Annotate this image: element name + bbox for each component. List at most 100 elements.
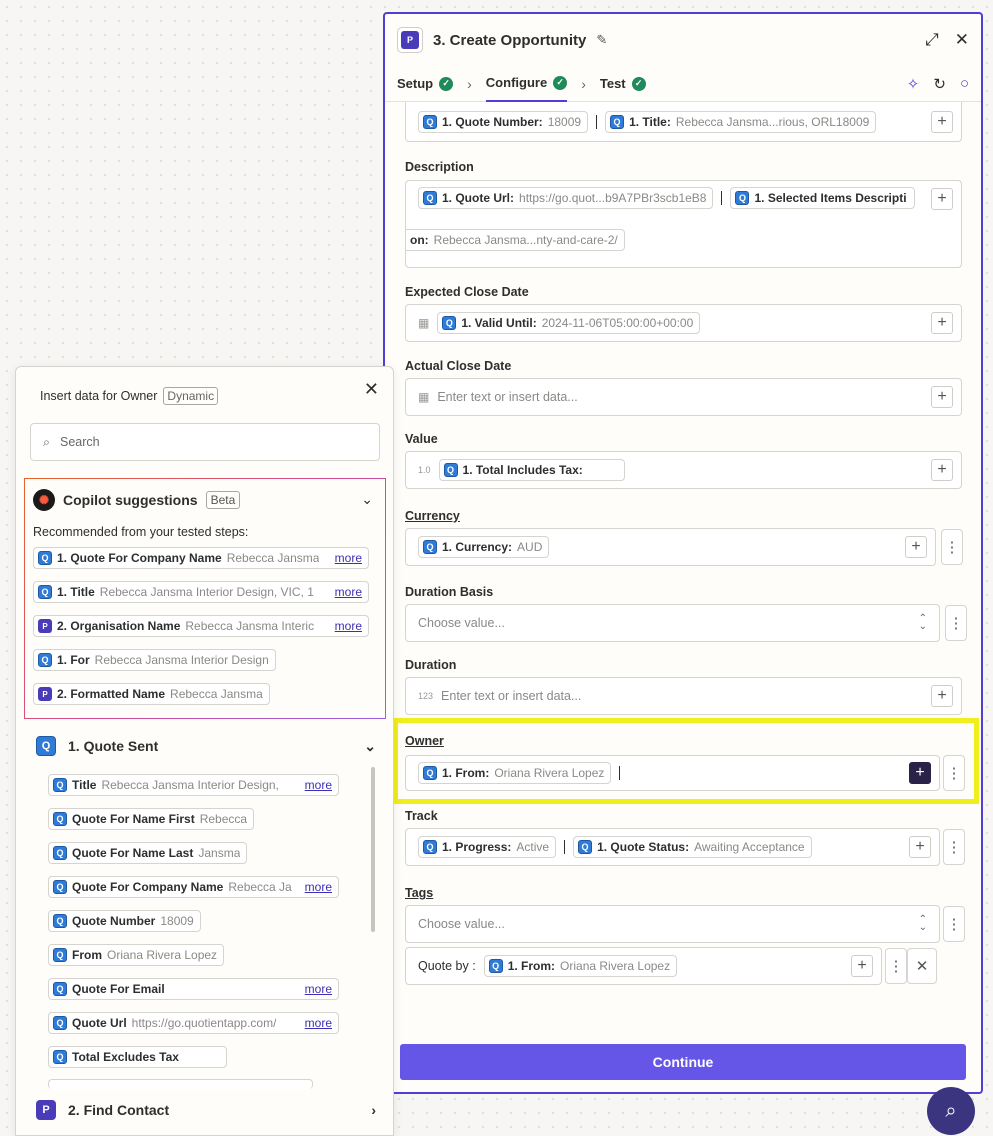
step-section-find-contact[interactable]: P 2. Find Contact › — [36, 1100, 376, 1120]
list-item-partial — [48, 1079, 313, 1089]
value-field[interactable]: 1.0 Q 1. Total Includes Tax: + — [405, 451, 962, 489]
list-item[interactable]: Q Quote For Name First Rebecca — [48, 808, 255, 830]
duration-field[interactable]: 123 Enter text or insert data... + — [405, 677, 962, 715]
more-options-icon[interactable]: ⋮ — [945, 605, 967, 641]
duration-basis-select[interactable]: Choose value... ⌃ ⌄ — [405, 604, 940, 642]
insert-data-button[interactable]: + — [931, 459, 953, 481]
chevron-right-icon: › — [467, 75, 472, 92]
pill-value: 18009 — [547, 114, 582, 129]
data-pill[interactable]: Q 1. Progress: Active — [418, 836, 557, 858]
data-pill-continued[interactable]: on: Rebecca Jansma...nty-and-care-2/ — [406, 229, 625, 251]
insert-data-button[interactable]: + — [931, 685, 953, 707]
search-icon[interactable]: ○ — [960, 75, 969, 93]
pill-key: 1. Valid Until: — [461, 316, 537, 330]
chevron-down-icon[interactable]: ⌄ — [364, 738, 376, 755]
step-editor-panel: P 3. Create Opportunity ✎ ⤢ ✕ Setup ✓ › … — [383, 12, 983, 1094]
tab-configure[interactable]: Configure ✓ — [485, 66, 568, 102]
more-link[interactable]: more — [331, 585, 362, 599]
recommended-text: Recommended from your tested steps: — [33, 525, 249, 539]
remove-item-icon[interactable]: ✕ — [907, 948, 937, 984]
more-options-icon[interactable]: ⋮ — [943, 906, 965, 942]
quotient-icon: Q — [36, 736, 56, 756]
copilot-suggestion-item[interactable]: Q 1. For Rebecca Jansma Interior Design — [33, 649, 276, 671]
tags-item-field[interactable]: Quote by : Q 1. From: Oriana Rivera Lopez … — [405, 947, 882, 985]
sparkle-icon[interactable]: ✧ — [907, 75, 920, 93]
insert-data-button[interactable]: + — [851, 955, 873, 977]
copilot-suggestion-item[interactable]: Q 1. Title Rebecca Jansma Interior Desig… — [33, 581, 369, 603]
step-section-quote-sent[interactable]: Q 1. Quote Sent ⌄ — [36, 736, 376, 756]
more-options-icon[interactable]: ⋮ — [943, 755, 965, 791]
data-pill[interactable]: Q 1. Currency: AUD — [418, 536, 550, 558]
data-pill[interactable]: Q 1. Valid Until: 2024-11-06T05:00:00+00:0… — [437, 312, 701, 334]
data-pill[interactable]: Q 1. Quote Number: 18009 — [418, 110, 589, 133]
value-label: Value — [405, 432, 438, 446]
close-icon[interactable]: ✕ — [364, 379, 379, 400]
expected-close-date-field[interactable]: ▦ Q 1. Valid Until: 2024-11-06T05:00:00+00… — [405, 304, 962, 342]
list-item[interactable]: Q Title Rebecca Jansma Interior Design, … — [48, 774, 339, 796]
more-link[interactable]: more — [301, 982, 332, 996]
data-pill[interactable]: Q 1. From: Oriana Rivera Lopez — [418, 762, 612, 784]
pill-key: 1. Quote Status: — [597, 840, 690, 854]
tags-select[interactable]: Choose value... ⌃ ⌄ — [405, 905, 940, 943]
more-link[interactable]: more — [331, 551, 362, 565]
list-item[interactable]: Q Total Excludes Tax — [48, 1046, 227, 1068]
more-link[interactable]: more — [331, 619, 362, 633]
data-pill[interactable]: Q 1. Quote Status: Awaiting Acceptance — [573, 836, 812, 858]
more-link[interactable]: more — [301, 880, 332, 894]
insert-data-button[interactable]: + — [931, 312, 953, 334]
list-item[interactable]: Q From Oriana Rivera Lopez — [48, 944, 225, 966]
track-field[interactable]: Q 1. Progress: Active Q 1. Quote Status: Awa… — [405, 828, 940, 866]
list-item[interactable]: Q Quote Url https://go.quotientapp.com/ … — [48, 1012, 339, 1034]
title-field[interactable]: Q 1. Quote Number: 18009 Q 1. Title: Rebecca… — [405, 102, 962, 142]
continue-button[interactable]: Continue — [400, 1044, 966, 1080]
item-value: Oriana Rivera Lopez — [107, 948, 218, 962]
more-options-icon[interactable]: ⋮ — [941, 529, 963, 565]
close-icon[interactable]: ✕ — [955, 30, 969, 50]
currency-field[interactable]: Q 1. Currency: AUD + — [405, 528, 936, 566]
list-item[interactable]: Q Quote For Name Last Jansma — [48, 842, 248, 864]
tab-test[interactable]: Test ✓ — [600, 66, 646, 102]
insert-data-button[interactable]: + — [909, 836, 931, 858]
copilot-header[interactable]: ✺ Copilot suggestions Beta — [33, 489, 241, 511]
copilot-suggestion-item[interactable]: Q 1. Quote For Company Name Rebecca Jans… — [33, 547, 369, 569]
expand-icon[interactable]: ⤢ — [925, 30, 939, 50]
data-pill[interactable]: Q 1. From: Oriana Rivera Lopez — [483, 955, 678, 977]
insert-data-button[interactable]: + — [931, 386, 953, 408]
list-item[interactable]: Q Quote Number 18009 — [48, 910, 201, 932]
select-caret-icon: ⌃ ⌄ — [918, 914, 927, 933]
chevron-down-icon[interactable]: ⌄ — [361, 491, 373, 508]
list-item[interactable]: Q Quote For Company Name Rebecca Ja more — [48, 876, 339, 898]
insert-data-button[interactable]: + — [931, 110, 953, 133]
data-pill[interactable]: Q 1. Total Includes Tax: — [438, 459, 625, 481]
refresh-icon[interactable]: ↻ — [933, 75, 946, 93]
help-chat-button[interactable]: ⌕ — [927, 1087, 975, 1135]
list-item[interactable]: Q Quote For Email more — [48, 978, 339, 1000]
scrollbar[interactable] — [371, 767, 375, 932]
placeholder-text: Enter text or insert data... — [437, 390, 578, 404]
data-pill[interactable]: Q 1. Title: Rebecca Jansma...rious, ORL180… — [605, 110, 877, 133]
separator — [596, 114, 598, 129]
more-link[interactable]: more — [301, 1016, 332, 1030]
editor-header: P 3. Create Opportunity ✎ ⤢ ✕ — [385, 14, 981, 66]
actual-close-date-field[interactable]: ▦ Enter text or insert data... + — [405, 378, 962, 416]
more-options-icon[interactable]: ⋮ — [885, 948, 907, 984]
pipedrive-icon: P — [36, 1100, 56, 1120]
chevron-right-icon[interactable]: › — [371, 1102, 376, 1118]
data-pill[interactable]: Q 1. Quote Url: https://go.quot...b9A7PBr3… — [418, 187, 714, 209]
insert-data-button[interactable]: + — [931, 188, 953, 210]
description-field[interactable]: Q 1. Quote Url: https://go.quot...b9A7PBr3… — [405, 180, 962, 268]
search-input[interactable]: ⌕ Search — [30, 423, 380, 461]
owner-field[interactable]: Q 1. From: Oriana Rivera Lopez + — [405, 755, 940, 791]
tags-label: Tags — [405, 886, 434, 900]
tab-setup[interactable]: Setup ✓ — [397, 66, 454, 102]
item-key: 1. Title — [57, 585, 95, 599]
edit-title-icon[interactable]: ✎ — [596, 32, 607, 48]
copilot-suggestion-item[interactable]: P 2. Organisation Name Rebecca Jansma In… — [33, 615, 369, 637]
more-options-icon[interactable]: ⋮ — [943, 829, 965, 865]
more-link[interactable]: more — [301, 778, 332, 792]
insert-data-button[interactable]: + — [905, 536, 927, 558]
insert-data-button[interactable]: + — [909, 762, 931, 784]
item-value: Rebecca Jansma Interior Design — [94, 653, 269, 667]
copilot-suggestion-item[interactable]: P 2. Formatted Name Rebecca Jansma — [33, 683, 270, 705]
data-pill[interactable]: Q 1. Selected Items Descripti — [730, 187, 916, 209]
